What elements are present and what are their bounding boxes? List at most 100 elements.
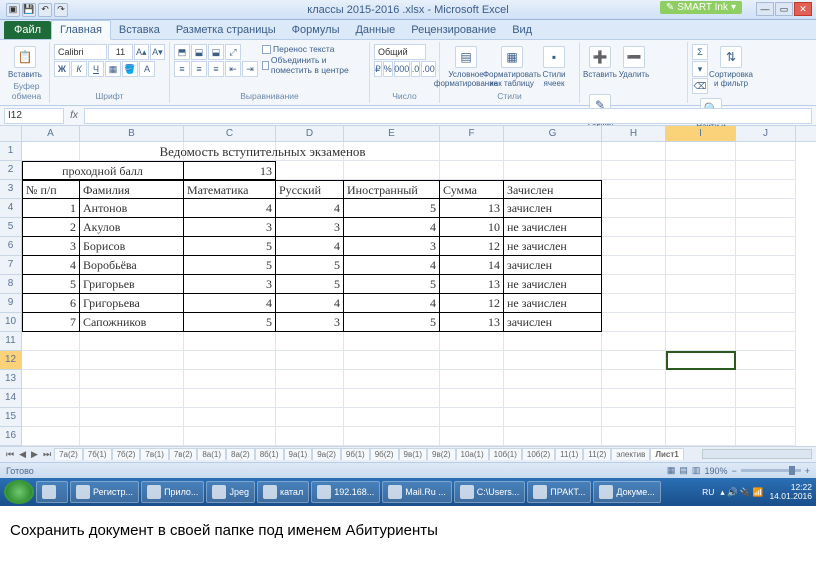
sheet-tab[interactable]: 9а(1) — [284, 448, 313, 460]
cell[interactable]: 4 — [276, 294, 344, 313]
cell[interactable]: 3 — [22, 237, 80, 256]
align-top-button[interactable]: ⬒ — [174, 44, 190, 60]
bold-button[interactable]: Ж — [54, 61, 70, 77]
cell[interactable]: 4 — [184, 294, 276, 313]
cell[interactable]: 2 — [22, 218, 80, 237]
cell[interactable]: Антонов — [80, 199, 184, 218]
cell[interactable]: 5 — [276, 275, 344, 294]
cell[interactable]: Воробьёва — [80, 256, 184, 275]
shrink-font-button[interactable]: A▾ — [150, 44, 165, 60]
merge-center-button[interactable]: Объединить и поместить в центре — [262, 55, 365, 75]
col-header[interactable]: I — [666, 126, 736, 141]
row-header[interactable]: 3 — [0, 180, 22, 199]
sheet-tab[interactable]: 7б(2) — [112, 448, 141, 460]
row-header[interactable]: 8 — [0, 275, 22, 294]
cell[interactable]: 13 — [184, 161, 276, 180]
taskbar-item[interactable]: 192.168... — [311, 481, 380, 503]
align-bottom-button[interactable]: ⬓ — [208, 44, 224, 60]
sheet-tab[interactable]: 7а(2) — [54, 448, 83, 460]
cell[interactable]: 13 — [440, 275, 504, 294]
percent-button[interactable]: % — [383, 61, 393, 77]
cell[interactable]: зачислен — [504, 199, 602, 218]
italic-button[interactable]: К — [71, 61, 87, 77]
tab-pagelayout[interactable]: Разметка страницы — [168, 21, 284, 39]
cell[interactable]: не зачислен — [504, 275, 602, 294]
row-header[interactable]: 9 — [0, 294, 22, 313]
cell[interactable]: 10 — [440, 218, 504, 237]
col-header[interactable]: C — [184, 126, 276, 141]
worksheet-grid[interactable]: A B C D E F G H I J Ведомость вступитель… — [0, 126, 816, 446]
row-header[interactable]: 7 — [0, 256, 22, 275]
col-header[interactable]: H — [602, 126, 666, 141]
font-name-combo[interactable]: Calibri — [54, 44, 107, 60]
tray-lang[interactable]: RU — [702, 487, 714, 497]
cell[interactable]: 5 — [184, 237, 276, 256]
sheet-tab[interactable]: 10б(1) — [489, 448, 522, 460]
cell[interactable]: 12 — [440, 294, 504, 313]
cell[interactable]: 5 — [276, 256, 344, 275]
taskbar-item[interactable]: Докуме... — [593, 481, 660, 503]
row-header[interactable]: 15 — [0, 408, 22, 427]
cell[interactable]: 4 — [276, 237, 344, 256]
comma-button[interactable]: 000 — [394, 61, 410, 77]
orientation-button[interactable]: ⤢ — [225, 44, 241, 60]
fill-button[interactable]: ▾ — [692, 61, 708, 77]
taskbar-item[interactable]: Jpeg — [206, 481, 255, 503]
start-button[interactable] — [4, 480, 34, 504]
taskbar-item[interactable] — [36, 481, 68, 503]
sort-filter-button[interactable]: ⇅Сортировка и фильтр — [712, 44, 750, 90]
cell[interactable]: 3 — [344, 237, 440, 256]
tab-scroll-first[interactable]: ⏮ — [4, 449, 16, 460]
sheet-tab[interactable]: электив — [611, 448, 650, 460]
row-header[interactable]: 1 — [0, 142, 22, 161]
cell[interactable]: 1 — [22, 199, 80, 218]
tab-scroll-next[interactable]: ▶ — [29, 449, 40, 460]
tab-review[interactable]: Рецензирование — [403, 21, 504, 39]
cell[interactable]: 5 — [184, 313, 276, 332]
view-pagebreak-button[interactable]: ▥ — [692, 465, 701, 476]
sheet-tab[interactable]: 10а(1) — [456, 448, 489, 460]
tab-scroll-last[interactable]: ⏭ — [41, 449, 53, 460]
col-header[interactable]: J — [736, 126, 796, 141]
undo-icon[interactable]: ↶ — [38, 3, 52, 17]
wrap-text-button[interactable]: Перенос текста — [262, 44, 365, 54]
save-icon[interactable]: 💾 — [22, 3, 36, 17]
cell[interactable]: 4 — [184, 199, 276, 218]
active-cell[interactable] — [666, 351, 736, 370]
delete-cells-button[interactable]: ➖Удалить — [618, 44, 650, 90]
tab-view[interactable]: Вид — [504, 21, 540, 39]
sheet-tab[interactable]: 9б(1) — [341, 448, 370, 460]
row-header[interactable]: 2 — [0, 161, 22, 180]
inc-decimal-button[interactable]: .0 — [411, 61, 421, 77]
cell[interactable]: 5 — [344, 275, 440, 294]
sheet-tab[interactable]: 8а(1) — [197, 448, 226, 460]
taskbar-item[interactable]: C:\Users... — [454, 481, 526, 503]
row-header[interactable]: 4 — [0, 199, 22, 218]
zoom-slider[interactable] — [741, 469, 801, 472]
cell[interactable]: не зачислен — [504, 237, 602, 256]
close-button[interactable]: ✕ — [794, 2, 812, 16]
view-normal-button[interactable]: ▦ — [667, 465, 676, 476]
sheet-tab[interactable]: 8а(2) — [226, 448, 255, 460]
indent-dec-button[interactable]: ⇤ — [225, 61, 241, 77]
grow-font-button[interactable]: A▴ — [134, 44, 149, 60]
cell[interactable]: 3 — [276, 218, 344, 237]
cell[interactable]: 14 — [440, 256, 504, 275]
autosum-button[interactable]: Σ — [692, 44, 708, 60]
align-left-button[interactable]: ≡ — [174, 61, 190, 77]
formula-input[interactable] — [84, 108, 812, 124]
cell[interactable]: Григорьев — [80, 275, 184, 294]
cell[interactable]: № п/п — [22, 180, 80, 199]
sheet-tab[interactable]: 9в(1) — [399, 448, 427, 460]
active-cell[interactable] — [666, 427, 736, 446]
sheet-tab[interactable]: 7в(2) — [169, 448, 197, 460]
align-middle-button[interactable]: ⬓ — [191, 44, 207, 60]
sheet-tab[interactable]: Лист1 — [650, 448, 683, 460]
tab-home[interactable]: Главная — [51, 20, 111, 40]
sheet-tab[interactable]: 10б(2) — [522, 448, 555, 460]
system-tray[interactable]: RU ▴ 🔊 🔌 📶 12:22 14.01.2016 — [702, 483, 812, 502]
cell[interactable]: Зачислен — [504, 180, 602, 199]
zoom-level[interactable]: 190% — [704, 466, 727, 476]
cell[interactable]: 5 — [344, 313, 440, 332]
active-cell[interactable] — [666, 408, 736, 427]
